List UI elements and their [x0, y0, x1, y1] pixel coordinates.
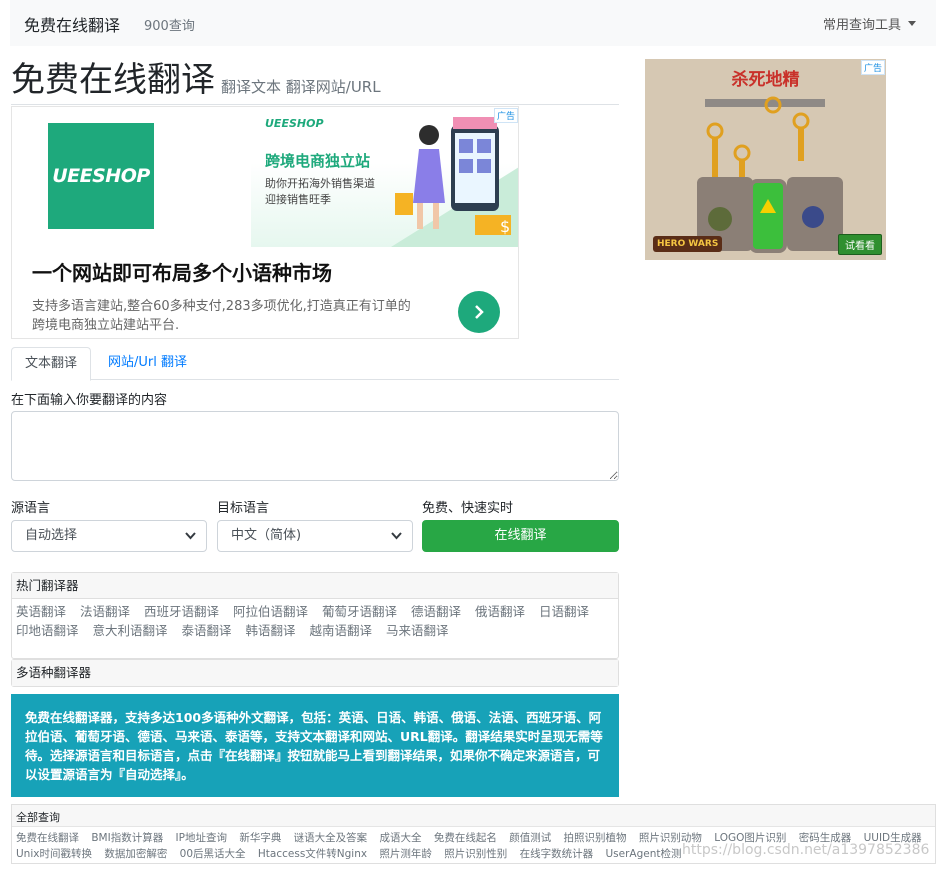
hot-translators-header: 热门翻译器	[12, 573, 618, 599]
ad-badge[interactable]: 广告	[493, 108, 518, 123]
caret-down-icon	[908, 21, 916, 26]
target-language-label: 目标语言	[217, 501, 270, 516]
top-navbar: 免费在线翻译 900查询 常用查询工具	[10, 0, 936, 46]
tab-url-translate[interactable]: 网站/Url 翻译	[95, 347, 200, 380]
query-count: 900查询	[144, 19, 195, 34]
chevron-right-icon	[475, 305, 484, 319]
title-divider	[11, 104, 619, 105]
hot-translator-link[interactable]: 葡萄牙语翻译	[322, 604, 397, 619]
tools-dropdown[interactable]: 常用查询工具	[823, 14, 916, 33]
hot-translator-link[interactable]: 马来语翻译	[386, 623, 449, 638]
hot-translator-link[interactable]: 印地语翻译	[16, 623, 79, 638]
query-tool-link[interactable]: BMI指数计算器	[91, 832, 163, 844]
hot-translator-link[interactable]: 日语翻译	[539, 604, 589, 619]
chevron-down-icon	[185, 532, 196, 540]
translate-tabs: 文本翻译 网站/Url 翻译	[11, 347, 619, 381]
translate-button[interactable]: 在线翻译	[422, 520, 619, 552]
hot-translator-link[interactable]: 韩语翻译	[246, 623, 296, 638]
hot-translator-link[interactable]: 意大利语翻译	[93, 623, 168, 638]
query-tool-link[interactable]: Htaccess文件转Nginx	[258, 848, 367, 860]
ad-description: 支持多语言建站,整合60多种支付,283多项优化,打造真正有订单的	[32, 299, 411, 314]
action-label: 免费、快速实时	[422, 501, 514, 516]
page-subtitle: 翻译文本 翻译网站/URL	[221, 78, 381, 96]
ad-headline[interactable]: 一个网站即可布局多个小语种市场	[32, 257, 332, 286]
ad-image-banner: UEESHOP 跨境电商独立站 助你开拓海外销售渠道 迎接销售旺季 $ 广告	[251, 107, 518, 247]
source-language-label: 源语言	[11, 501, 51, 516]
ad-banner-headline: 跨境电商独立站	[265, 152, 371, 170]
hot-translator-link[interactable]: 德语翻译	[411, 604, 461, 619]
ad-game-title: 杀死地精	[731, 70, 800, 90]
info-description: 免费在线翻译器，支持多达100多语种外文翻译，包括：英语、日语、韩语、俄语、法语…	[11, 694, 619, 797]
page-title: 免费在线翻译	[11, 60, 215, 100]
query-tool-link[interactable]: 在线字数统计器	[520, 848, 594, 860]
ad-cta-button[interactable]: 试看看	[838, 234, 882, 255]
tab-text-translate[interactable]: 文本翻译	[11, 347, 92, 381]
source-language-select[interactable]: 自动选择	[11, 520, 207, 552]
query-tool-link[interactable]: 拍照识别植物	[564, 832, 627, 844]
target-language-value: 中文（简体)	[231, 528, 302, 543]
watermark: https://blog.csdn.net/a1397852386	[682, 842, 930, 858]
translate-input[interactable]	[11, 411, 619, 481]
ad-banner-brand: UEESHOP	[265, 117, 324, 130]
ad-badge[interactable]: 广告	[860, 60, 885, 75]
query-tool-link[interactable]: 照片测年龄	[379, 848, 432, 860]
source-language-value: 自动选择	[25, 528, 78, 543]
hot-translators-card: 热门翻译器 英语翻译 法语翻译 西班牙语翻译 阿拉伯语翻译 葡萄牙语翻译 德语翻…	[11, 572, 619, 659]
query-tool-link[interactable]: 谜语大全及答案	[294, 832, 368, 844]
brand-link[interactable]: 免费在线翻译	[24, 12, 120, 36]
query-tool-link[interactable]: 新华字典	[239, 832, 281, 844]
ad-banner-subline: 迎接销售旺季	[265, 193, 331, 206]
query-tool-link[interactable]: 数据加密解密	[104, 848, 167, 860]
tools-dropdown-label: 常用查询工具	[822, 18, 901, 33]
query-tool-link[interactable]: 00后黑话大全	[180, 848, 246, 860]
query-tool-link[interactable]: Unix时间戳转换	[16, 848, 92, 860]
hot-translators-list: 英语翻译 法语翻译 西班牙语翻译 阿拉伯语翻译 葡萄牙语翻译 德语翻译 俄语翻译…	[12, 599, 618, 643]
query-tool-link[interactable]: 成语大全	[380, 832, 422, 844]
input-label: 在下面输入你要翻译的内容	[11, 393, 168, 408]
ad-banner-left[interactable]: UEESHOP UEESHOP 跨境电商独立站 助你开拓海外销售渠道 迎接销售旺…	[11, 106, 519, 339]
ad-go-button[interactable]	[458, 291, 500, 333]
hot-translator-link[interactable]: 越南语翻译	[310, 623, 373, 638]
ad-description: 跨境电商独立站建站平台.	[32, 318, 180, 333]
query-tool-link[interactable]: 照片识别性别	[444, 848, 507, 860]
query-tool-link[interactable]: 免费在线起名	[434, 832, 497, 844]
query-tool-link[interactable]: 免费在线翻译	[16, 832, 79, 844]
game-logo: HERO WARS	[653, 236, 723, 252]
hot-translator-link[interactable]: 泰语翻译	[182, 623, 232, 638]
hot-translator-link[interactable]: 西班牙语翻译	[144, 604, 219, 619]
ad-banner-right[interactable]: 杀死地精 广告 HERO WARS 试看看	[645, 59, 886, 260]
multi-translators-header: 多语种翻译器	[12, 660, 618, 686]
hot-translator-link[interactable]: 阿拉伯语翻译	[233, 604, 308, 619]
hot-translator-link[interactable]: 英语翻译	[16, 604, 66, 619]
hot-translator-link[interactable]: 俄语翻译	[475, 604, 525, 619]
query-tool-link[interactable]: 颜值测试	[509, 832, 551, 844]
ad-banner-subline: 助你开拓海外销售渠道	[265, 177, 375, 190]
ad-logo: UEESHOP	[48, 123, 154, 229]
shopping-illustration-icon: $	[391, 117, 518, 247]
query-tool-link[interactable]: UserAgent检测	[605, 848, 681, 860]
query-tool-link[interactable]: IP地址查询	[176, 832, 227, 844]
target-language-select[interactable]: 中文（简体)	[217, 520, 413, 552]
multi-translators-card: 多语种翻译器	[11, 659, 619, 687]
chevron-down-icon	[391, 532, 402, 540]
svg-text:$: $	[500, 217, 510, 236]
all-queries-header: 全部查询	[12, 805, 935, 827]
hot-translator-link[interactable]: 法语翻译	[80, 604, 130, 619]
